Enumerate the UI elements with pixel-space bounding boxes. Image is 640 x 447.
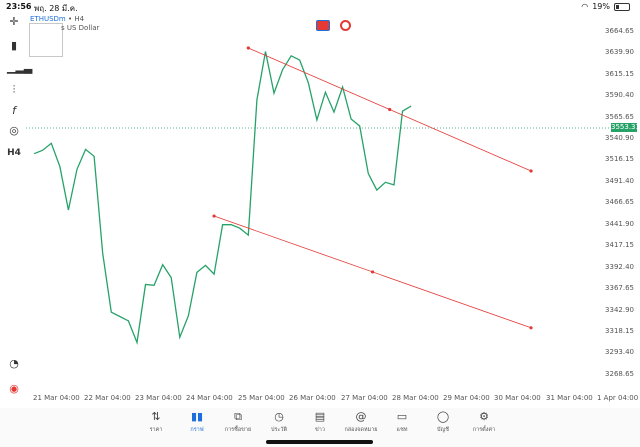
nav-chart[interactable]: ▮▮ กราฟ (177, 410, 217, 434)
nav-label: กล่องจดหมาย (344, 427, 378, 433)
time-tick-label: 26 Mar 04:00 (289, 394, 336, 402)
nav-mailbox[interactable]: @ กล่องจดหมาย (341, 410, 381, 434)
time-tick-label: 1 Apr 04:00 (597, 394, 639, 402)
nav-chat[interactable]: ▭ แชท (382, 410, 422, 434)
price-tick-label: 3441.90 (605, 220, 634, 228)
price-tick-label: 3466.65 (605, 198, 634, 206)
crosshair-icon[interactable]: ✛ (7, 15, 21, 29)
nav-trade[interactable]: ⧉ การซื้อขาย (218, 410, 258, 434)
time-tick-label: 21 Mar 04:00 (33, 394, 80, 402)
price-tick-label: 3268.65 (605, 370, 634, 378)
one-click-icon[interactable]: ◉ (7, 382, 21, 396)
one-click-trade-icon[interactable] (340, 20, 351, 31)
price-tick-label: 3565.65 (605, 113, 634, 121)
nav-label: แชท (396, 427, 408, 433)
symbol-timeframe: H4 (74, 15, 85, 23)
trade-icon: ⧉ (234, 410, 242, 423)
settings-sliders-icon[interactable]: ⫶ (7, 83, 21, 97)
nav-label: ข่าว (315, 427, 325, 433)
price-tick-label: 3540.90 (605, 134, 634, 142)
trendline-handle (246, 46, 250, 50)
time-tick-label: 31 Mar 04:00 (546, 394, 593, 402)
price-tick-label: 3590.40 (605, 91, 634, 99)
nav-label: บัญชี (437, 427, 449, 433)
trendlines-group (212, 46, 533, 330)
trendline-handle (529, 169, 533, 173)
settings-icon: ⚙ (479, 410, 489, 423)
price-tick-label: 3342.90 (605, 306, 634, 314)
symbol-info-box[interactable] (29, 23, 63, 57)
trendline-handle (529, 326, 533, 330)
time-tick-label: 27 Mar 04:00 (341, 394, 388, 402)
time-tick-label: 25 Mar 04:00 (238, 394, 285, 402)
chat-icon: ▭ (396, 410, 408, 423)
price-tick-label: 3664.65 (605, 27, 634, 35)
chart-icon: ▮▮ (190, 410, 204, 423)
nav-label: ราคา (149, 427, 163, 433)
price-tick-label: 3516.15 (605, 155, 634, 163)
chart-type-icon[interactable]: ▮ (7, 39, 21, 53)
account-icon: ◯ (436, 410, 450, 423)
objects-icon[interactable]: ◎ (7, 124, 21, 138)
mailbox-icon: @ (355, 410, 367, 423)
buy-sell-toggle-icon[interactable] (316, 20, 330, 31)
symbol-description: s US Dollar (61, 24, 100, 32)
time-tick-label: 28 Mar 04:00 (392, 394, 439, 402)
nav-news[interactable]: ▤ ข่าว (300, 410, 340, 434)
price-tick-label: 3615.15 (605, 70, 634, 78)
nav-settings[interactable]: ⚙ การตั้งค่า (464, 410, 504, 434)
nav-history[interactable]: ◷ ประวัติ (259, 410, 299, 434)
price-tick-label: 3318.15 (605, 327, 634, 335)
price-tick-label: 3639.90 (605, 48, 634, 56)
nav-quotes[interactable]: ⇅ ราคา (136, 410, 176, 434)
nav-label: ประวัติ (270, 427, 288, 433)
price-tick-label: 3417.15 (605, 241, 634, 249)
nav-label: การตั้งค่า (472, 427, 496, 433)
current-price-badge: 3553.31 (611, 123, 640, 132)
chart[interactable] (0, 0, 640, 447)
news-icon: ▤ (314, 410, 326, 423)
time-tick-label: 24 Mar 04:00 (186, 394, 233, 402)
trendline-handle (212, 214, 216, 218)
symbol-name[interactable]: ETHUSDm (30, 15, 66, 23)
function-icon[interactable]: f (7, 104, 21, 118)
price-tick-label: 3491.40 (605, 177, 634, 185)
time-tick-label: 23 Mar 04:00 (135, 394, 182, 402)
price-series-line (33, 51, 412, 345)
indicators-icon[interactable]: ▁▂▃ (7, 61, 32, 75)
trendline-handle (370, 270, 375, 274)
price-tick-label: 3367.65 (605, 284, 634, 292)
nav-label: การซื้อขาย (224, 427, 252, 433)
time-tick-label: 30 Mar 04:00 (494, 394, 541, 402)
time-tick-label: 29 Mar 04:00 (443, 394, 490, 402)
speedometer-icon[interactable]: ◔ (7, 357, 21, 371)
symbol-label[interactable]: ETHUSDm • H4 (30, 15, 84, 23)
quotes-icon: ⇅ (151, 410, 161, 423)
time-tick-label: 22 Mar 04:00 (84, 394, 131, 402)
nav-label: กราฟ (190, 427, 204, 433)
home-indicator[interactable] (266, 440, 373, 444)
nav-account[interactable]: ◯ บัญชี (423, 410, 463, 434)
price-tick-label: 3293.40 (605, 348, 634, 356)
history-icon: ◷ (274, 410, 284, 423)
trendline-handle (388, 107, 392, 112)
timeframe-button[interactable]: H4 (7, 146, 21, 160)
price-tick-label: 3392.40 (605, 263, 634, 271)
